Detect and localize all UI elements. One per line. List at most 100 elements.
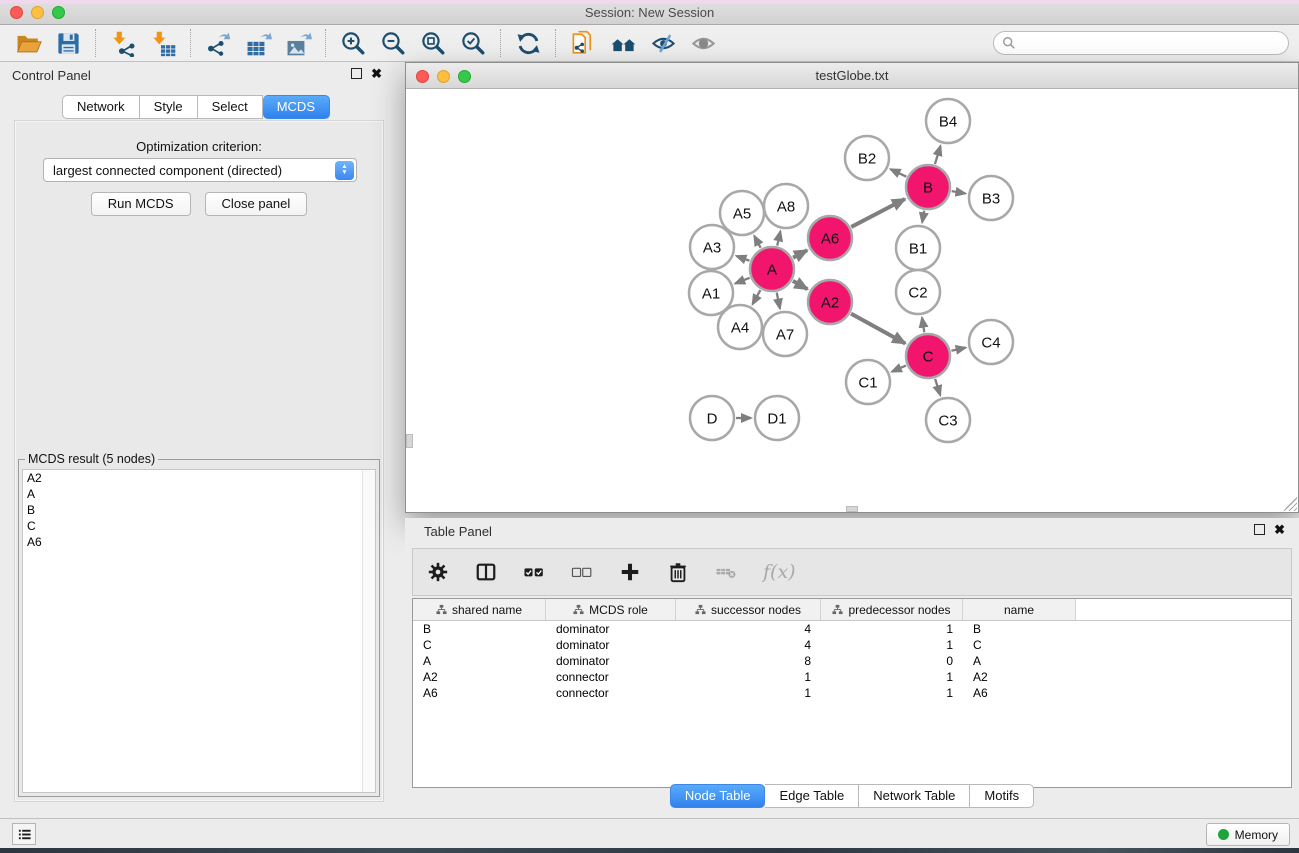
node-A4[interactable]: A4: [718, 305, 762, 349]
node-C4[interactable]: C4: [969, 320, 1013, 364]
result-item-A6[interactable]: A6: [23, 534, 375, 550]
mcds-result-list[interactable]: A2ABCA6: [22, 469, 376, 793]
run-mcds-button[interactable]: Run MCDS: [91, 192, 191, 216]
cell-MCDS-role[interactable]: dominator: [546, 638, 676, 652]
node-D[interactable]: D: [690, 396, 734, 440]
node-C[interactable]: C: [906, 334, 950, 378]
tab-select[interactable]: Select: [198, 95, 263, 119]
cell-shared-name[interactable]: A: [413, 654, 546, 668]
zoom-window-button[interactable]: [52, 6, 65, 19]
import-network-button[interactable]: [107, 28, 139, 58]
zoom-in-button[interactable]: [337, 28, 369, 58]
search-field[interactable]: [993, 31, 1289, 55]
column-header-MCDS-role[interactable]: MCDS role: [546, 599, 676, 620]
cell-successor-nodes[interactable]: 1: [676, 686, 821, 700]
edge-A6-B[interactable]: [851, 199, 905, 227]
cell-successor-nodes[interactable]: 4: [676, 622, 821, 636]
node-B2[interactable]: B2: [845, 136, 889, 180]
node-A3[interactable]: A3: [690, 225, 734, 269]
cell-predecessor-nodes[interactable]: 0: [821, 654, 963, 668]
cell-name[interactable]: A: [963, 654, 1076, 668]
cell-MCDS-role[interactable]: connector: [546, 686, 676, 700]
table-tab-network-table[interactable]: Network Table: [859, 784, 970, 808]
cell-name[interactable]: B: [963, 622, 1076, 636]
export-image-button[interactable]: [282, 28, 314, 58]
result-item-A2[interactable]: A2: [23, 470, 375, 486]
deselect-all-columns-button[interactable]: [571, 561, 593, 583]
table-tab-motifs[interactable]: Motifs: [970, 784, 1034, 808]
cell-predecessor-nodes[interactable]: 1: [821, 622, 963, 636]
node-table[interactable]: shared nameMCDS rolesuccessor nodesprede…: [412, 598, 1292, 788]
select-all-columns-button[interactable]: [523, 561, 545, 583]
delete-column-button[interactable]: [667, 561, 689, 583]
column-header-predecessor-nodes[interactable]: predecessor nodes: [821, 599, 963, 620]
zoom-selected-button[interactable]: [457, 28, 489, 58]
node-A[interactable]: A: [750, 247, 794, 291]
houses-button[interactable]: [607, 28, 639, 58]
table-row[interactable]: A2connector11A2: [413, 669, 1291, 685]
table-row[interactable]: A6connector11A6: [413, 685, 1291, 701]
network-zoom-button[interactable]: [458, 70, 471, 83]
add-column-button[interactable]: [619, 561, 641, 583]
node-C3[interactable]: C3: [926, 398, 970, 442]
node-C2[interactable]: C2: [896, 270, 940, 314]
cell-shared-name[interactable]: A6: [413, 686, 546, 700]
task-history-button[interactable]: [12, 823, 36, 845]
network-canvas[interactable]: B4B2BB3A5A8A6B1A3AC2A1A2A4A7C4CC1C3DD1: [406, 89, 1298, 512]
close-panel-icon[interactable]: ✖: [371, 68, 382, 79]
cell-shared-name[interactable]: A2: [413, 670, 546, 684]
result-list-scrollbar[interactable]: [362, 470, 375, 792]
edge-A-A8[interactable]: [777, 231, 780, 245]
edge-A-A3[interactable]: [736, 256, 749, 261]
network-close-button[interactable]: [416, 70, 429, 83]
column-header-shared-name[interactable]: shared name: [413, 599, 546, 620]
edge-A-A6[interactable]: [793, 250, 807, 257]
node-C1[interactable]: C1: [846, 360, 890, 404]
close-table-panel-icon[interactable]: ✖: [1274, 524, 1285, 535]
window-resize-grip[interactable]: [1283, 497, 1297, 511]
import-table-button[interactable]: [147, 28, 179, 58]
split-columns-button[interactable]: [475, 561, 497, 583]
edge-C-C4[interactable]: [951, 348, 965, 351]
network-minimize-button[interactable]: [437, 70, 450, 83]
node-A5[interactable]: A5: [720, 191, 764, 235]
edge-A-A4[interactable]: [753, 290, 761, 304]
table-row[interactable]: Bdominator41B: [413, 621, 1291, 637]
cell-successor-nodes[interactable]: 1: [676, 670, 821, 684]
table-tab-edge-table[interactable]: Edge Table: [765, 784, 859, 808]
float-panel-button[interactable]: [351, 68, 362, 79]
edge-C-C1[interactable]: [892, 366, 906, 372]
export-table-button[interactable]: [242, 28, 274, 58]
table-settings-button[interactable]: [427, 561, 449, 583]
tab-style[interactable]: Style: [140, 95, 198, 119]
edge-B-B4[interactable]: [935, 146, 940, 164]
cell-successor-nodes[interactable]: 8: [676, 654, 821, 668]
edge-B-B2[interactable]: [890, 169, 906, 177]
eye-pen-button[interactable]: [647, 28, 679, 58]
node-A6[interactable]: A6: [808, 216, 852, 260]
cell-predecessor-nodes[interactable]: 1: [821, 670, 963, 684]
node-A2[interactable]: A2: [808, 280, 852, 324]
edge-B-B3[interactable]: [952, 191, 966, 193]
minimize-window-button[interactable]: [31, 6, 44, 19]
node-A7[interactable]: A7: [763, 312, 807, 356]
column-header-successor-nodes[interactable]: successor nodes: [676, 599, 821, 620]
node-B1[interactable]: B1: [896, 226, 940, 270]
node-B3[interactable]: B3: [969, 176, 1013, 220]
result-item-A[interactable]: A: [23, 486, 375, 502]
eye-button[interactable]: [687, 28, 719, 58]
save-session-button[interactable]: [52, 28, 84, 58]
horizontal-scroll-thumb[interactable]: [846, 506, 858, 512]
cell-shared-name[interactable]: C: [413, 638, 546, 652]
cell-name[interactable]: A2: [963, 670, 1076, 684]
memory-button[interactable]: Memory: [1206, 823, 1290, 846]
node-B4[interactable]: B4: [926, 99, 970, 143]
vertical-scroll-thumb[interactable]: [406, 434, 413, 448]
cell-name[interactable]: C: [963, 638, 1076, 652]
float-table-panel-button[interactable]: [1254, 524, 1265, 535]
table-row[interactable]: Cdominator41C: [413, 637, 1291, 653]
optimization-criterion-dropdown[interactable]: largest connected component (directed) ▲…: [43, 158, 357, 182]
cell-name[interactable]: A6: [963, 686, 1076, 700]
open-file-button[interactable]: [12, 28, 44, 58]
edge-A2-C[interactable]: [851, 314, 905, 344]
